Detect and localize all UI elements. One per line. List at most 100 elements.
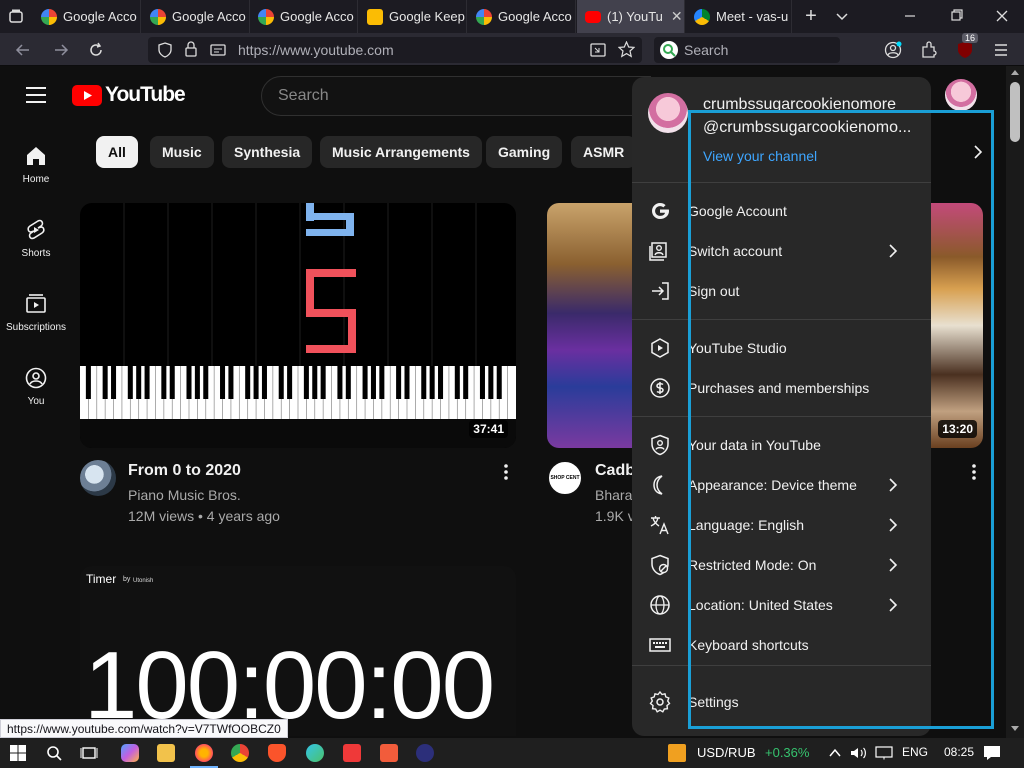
video-title[interactable]: From 0 to 2020 (128, 462, 241, 480)
restore-button[interactable] (946, 8, 966, 24)
chip-music[interactable]: Music (150, 136, 214, 168)
piano-synthesia-thumbnail (80, 203, 516, 448)
copilot-icon[interactable] (121, 744, 139, 762)
browser-tab[interactable]: Meet - vas-u (686, 0, 792, 33)
search-bar[interactable]: Search (654, 37, 840, 63)
vivaldi-icon[interactable] (343, 744, 361, 762)
brave-icon[interactable] (268, 744, 286, 762)
task-view-icon[interactable] (80, 745, 98, 766)
sidebar-item-label: Subscriptions (5, 322, 67, 333)
dollar-icon (650, 378, 670, 398)
browser-tab[interactable]: Google Acco (250, 0, 358, 33)
video-title[interactable]: Cadb (595, 462, 635, 480)
piano-black-key (303, 366, 309, 399)
browser-tab[interactable]: Google Keep (359, 0, 467, 33)
new-tab-button[interactable]: + (802, 6, 820, 26)
app-icon[interactable] (380, 744, 398, 762)
browser-tab-label: Google Acco (172, 9, 246, 24)
chrome-icon[interactable] (231, 744, 249, 762)
reload-button[interactable] (85, 39, 107, 61)
edge-icon[interactable] (306, 744, 324, 762)
url-text[interactable]: https://www.youtube.com (238, 42, 394, 58)
video-channel[interactable]: Bhara (595, 487, 632, 503)
you-icon (25, 367, 47, 389)
close-tab-icon[interactable]: ✕ (671, 8, 683, 25)
extension-badge: 16 (962, 33, 979, 43)
video-more-icon[interactable] (498, 462, 514, 482)
video-thumbnail[interactable] (547, 203, 637, 448)
forward-button[interactable] (50, 39, 72, 61)
browser-tab-label: Meet - vas-u (716, 9, 789, 24)
reader-view-icon[interactable] (590, 42, 606, 63)
video-thumbnail[interactable]: 37:41 (80, 203, 516, 448)
moon-icon (653, 475, 663, 495)
network-icon[interactable] (875, 746, 893, 765)
highlight-box (688, 110, 994, 729)
bookmark-star-icon[interactable] (617, 40, 636, 63)
shield-icon[interactable] (158, 42, 172, 63)
piano-black-key (278, 366, 284, 399)
tray-chevron-up-icon[interactable] (828, 746, 842, 765)
shorts-icon (27, 219, 45, 240)
piano-black-key (345, 366, 351, 399)
piano-black-key (228, 366, 234, 399)
tab-overview-icon[interactable] (8, 8, 24, 24)
channel-avatar[interactable]: SHOP CENT (547, 460, 583, 496)
piano-black-key (261, 366, 267, 399)
browser-nav-bar: https://www.youtube.com Search 16 (0, 33, 1024, 66)
ticker-chart-icon (668, 744, 686, 762)
app-icon[interactable] (416, 744, 434, 762)
sidebar-item-home[interactable]: Home (0, 144, 72, 185)
browser-tab-label: Google Keep (389, 9, 465, 24)
url-bar[interactable]: https://www.youtube.com (148, 37, 642, 63)
channel-avatar[interactable] (80, 460, 116, 496)
sidebar-item-you[interactable]: You (0, 366, 72, 407)
firefox-icon[interactable] (195, 744, 213, 762)
page-scrollbar-track[interactable] (1006, 66, 1024, 738)
minimize-button[interactable] (900, 8, 920, 24)
permissions-icon[interactable] (210, 42, 226, 63)
piano-black-key (429, 366, 435, 399)
scrollbar-down-arrow-icon[interactable] (1011, 726, 1019, 731)
windows-start-icon[interactable] (10, 745, 26, 766)
browser-tab[interactable]: (1) YouTu ✕ (577, 0, 685, 33)
scrollbar-up-arrow-icon[interactable] (1011, 70, 1019, 75)
browser-tab-label: Google Acco (498, 9, 572, 24)
list-tabs-chevron-icon[interactable] (834, 8, 850, 24)
piano-black-key (421, 366, 427, 399)
chip-synthesia[interactable]: Synthesia (222, 136, 313, 168)
file-explorer-icon[interactable] (157, 744, 175, 762)
chip-music-arrangements[interactable]: Music Arrangements (320, 136, 482, 168)
avatar-button[interactable] (945, 79, 977, 111)
browser-tab[interactable]: Google Acco (33, 0, 141, 33)
ublock-extension-icon[interactable]: 16 (954, 33, 979, 61)
guide-menu-icon[interactable] (25, 86, 47, 104)
close-window-button[interactable] (992, 8, 1012, 24)
browser-tab[interactable]: Google Acco (468, 0, 576, 33)
youtube-logo[interactable]: YouTube (72, 83, 186, 107)
chip-all[interactable]: All (96, 136, 138, 168)
piano-black-key (396, 366, 402, 399)
video-meta: 12M views • 4 years ago (128, 508, 280, 524)
sidebar-item-shorts[interactable]: Shorts (0, 218, 72, 259)
lock-icon[interactable] (184, 41, 198, 62)
scrollbar-thumb[interactable] (1010, 82, 1020, 142)
timer-thumbnail[interactable]: Timer by Utonish 100:00:00 (80, 566, 516, 736)
browser-tab[interactable]: Google Acco (142, 0, 250, 33)
volume-icon[interactable] (850, 746, 868, 765)
chip-asmr[interactable]: ASMR (571, 136, 637, 168)
hamburger-menu-icon[interactable] (990, 39, 1012, 61)
extensions-puzzle-icon[interactable] (918, 39, 940, 61)
chip-gaming[interactable]: Gaming (486, 136, 563, 168)
account-icon[interactable] (882, 39, 904, 61)
taskbar-search-icon[interactable] (46, 745, 62, 766)
clock-time[interactable]: 08:25 (944, 745, 974, 759)
youtube-icon (585, 10, 601, 23)
youtube-search-input[interactable]: Search (261, 76, 651, 116)
video-channel[interactable]: Piano Music Bros. (128, 487, 241, 503)
piano-black-key (438, 366, 444, 399)
input-language[interactable]: ENG (902, 745, 928, 759)
back-button[interactable] (12, 39, 34, 61)
sidebar-item-subscriptions[interactable]: Subscriptions (0, 292, 72, 333)
notifications-icon[interactable] (983, 745, 1001, 766)
